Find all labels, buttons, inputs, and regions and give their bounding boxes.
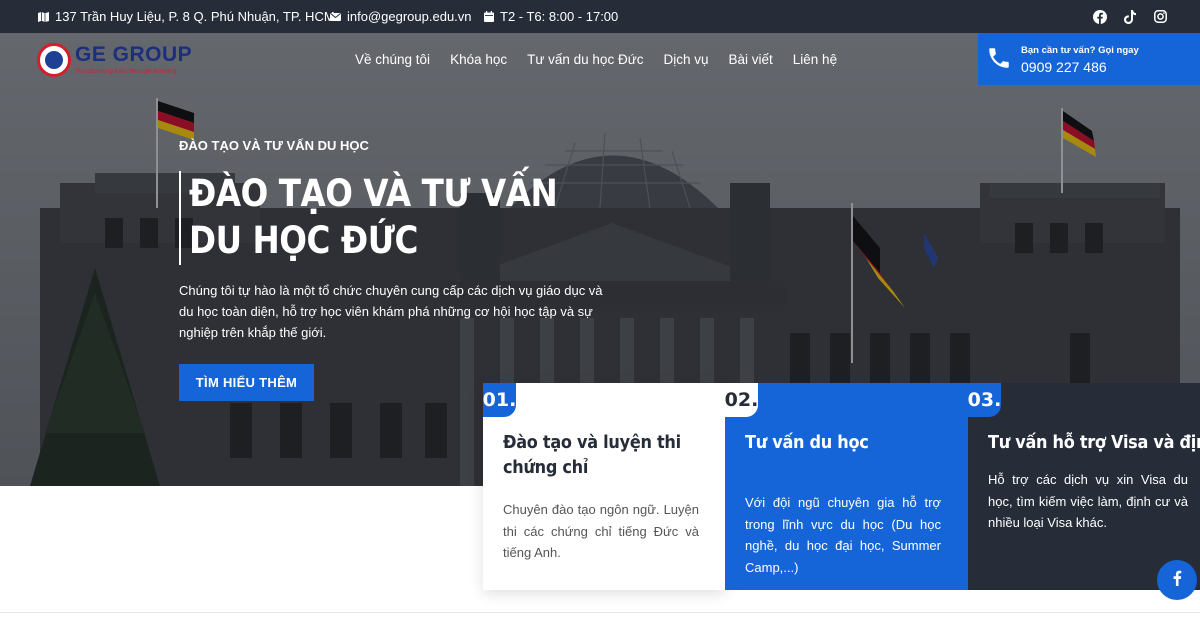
card-description: Hỗ trợ các dịch vụ xin Visa du học, tìm … <box>988 472 1188 530</box>
hours-text: T2 - T6: 8:00 - 17:00 <box>500 9 619 24</box>
facebook-float-button[interactable] <box>1157 560 1197 600</box>
card-title: Tư vấn du học <box>745 433 869 453</box>
calendar-icon <box>484 11 494 22</box>
address-info: 137 Trần Huy Liệu, P. 8 Q. Phú Nhuận, TP… <box>38 0 335 33</box>
learn-more-button[interactable]: TÌM HIỂU THÊM <box>179 364 314 401</box>
nav-item-courses[interactable]: Khóa học <box>450 52 507 67</box>
logo-mark-icon <box>37 43 71 77</box>
hero-eyebrow: ĐÀO TẠO VÀ TƯ VẤN DU HỌC <box>179 138 369 153</box>
address-text: 137 Trần Huy Liệu, P. 8 Q. Phú Nhuận, TP… <box>55 9 335 24</box>
hero-title: ĐÀO TẠO VÀ TƯ VẤN DU HỌC ĐỨC <box>189 172 558 262</box>
facebook-icon <box>1172 570 1182 591</box>
service-card-training[interactable]: 01. Đào tạo và luyện thi chứng chỉ Chuyê… <box>483 383 725 590</box>
site-header: GE GROUP Transforming lives through lear… <box>0 33 1200 85</box>
hero-description: Chúng tôi tự hào là một tổ chức chuyên c… <box>179 283 603 340</box>
top-bar: 137 Trần Huy Liệu, P. 8 Q. Phú Nhuận, TP… <box>0 0 1200 33</box>
logo[interactable]: GE GROUP Transforming lives through lear… <box>37 41 197 81</box>
card-description: Chuyên đào tạo ngôn ngữ. Luyện thi các c… <box>503 502 699 560</box>
call-phone-number[interactable]: 0909 227 486 <box>1021 59 1107 75</box>
card-title: Tư vấn hỗ trợ Visa và định cư <box>988 433 1200 453</box>
main-nav: Về chúng tôi Khóa học Tư vấn du học Đức … <box>355 33 837 85</box>
nav-item-study-germany[interactable]: Tư vấn du học Đức <box>527 52 643 67</box>
service-card-visa[interactable]: 03. Tư vấn hỗ trợ Visa và định cư Hỗ trợ… <box>968 383 1200 590</box>
card-description: Với đội ngũ chuyên gia hỗ trợ trong lĩnh… <box>745 495 941 575</box>
nav-item-about[interactable]: Về chúng tôi <box>355 52 430 67</box>
title-accent-bar <box>179 171 181 265</box>
section-divider <box>0 612 1200 613</box>
envelope-icon <box>330 12 341 22</box>
service-card-study-abroad[interactable]: 02. Tư vấn du học Với đội ngũ chuyên gia… <box>725 383 968 590</box>
map-icon <box>38 11 49 22</box>
phone-icon <box>986 45 1012 76</box>
call-prompt: Bạn cần tư vấn? Gọi ngay <box>1021 45 1139 56</box>
facebook-icon[interactable] <box>1090 0 1110 33</box>
nav-item-contact[interactable]: Liên hệ <box>793 52 837 67</box>
logo-name: GE GROUP <box>75 43 193 66</box>
instagram-icon[interactable] <box>1150 0 1170 33</box>
nav-item-articles[interactable]: Bài viết <box>729 52 773 67</box>
card-title: Đào tạo và luyện thi chứng chỉ <box>503 433 681 478</box>
call-box[interactable]: Bạn cần tư vấn? Gọi ngay 0909 227 486 <box>978 33 1200 85</box>
card-number: 02. <box>725 383 758 417</box>
tiktok-icon[interactable] <box>1120 0 1140 33</box>
nav-item-services[interactable]: Dịch vụ <box>663 52 708 67</box>
hours-info: T2 - T6: 8:00 - 17:00 <box>484 0 618 33</box>
email-text[interactable]: info@gegroup.edu.vn <box>347 9 472 24</box>
card-number: 01. <box>483 383 516 417</box>
email-info[interactable]: info@gegroup.edu.vn <box>330 0 472 33</box>
logo-tagline: Transforming lives through learning <box>75 68 177 75</box>
card-number: 03. <box>968 383 1001 417</box>
